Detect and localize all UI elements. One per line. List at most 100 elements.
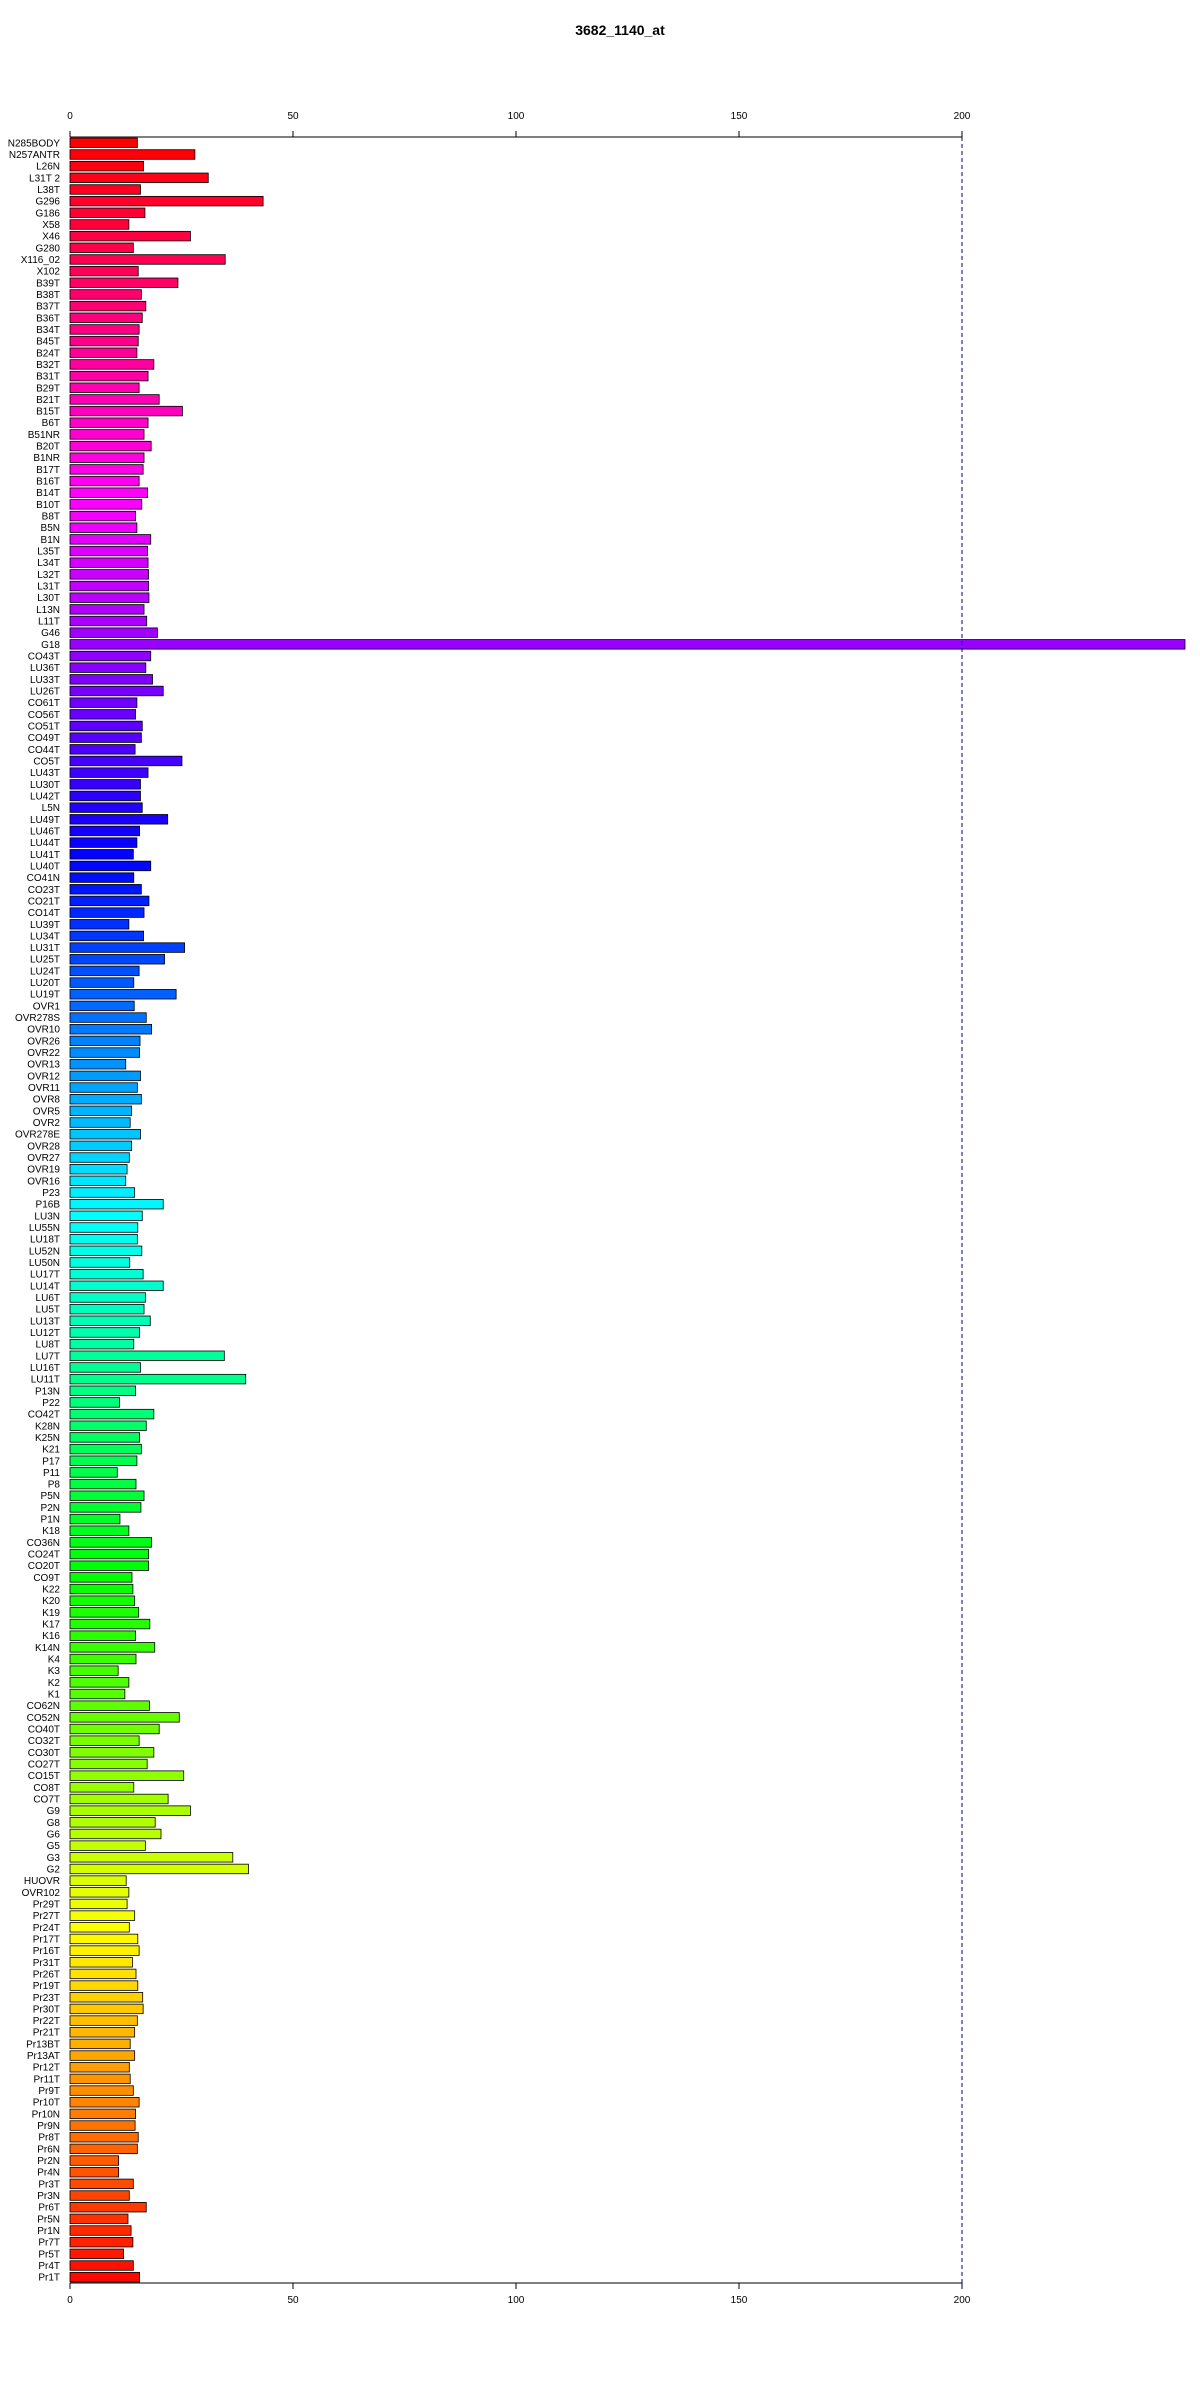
category-label: OVR5 (33, 1106, 61, 1117)
category-label: X46 (42, 232, 60, 243)
category-label: K16 (42, 1631, 60, 1642)
category-label: OVR11 (28, 1083, 60, 1094)
bar-LU43T (69, 767, 149, 778)
category-label: B6T (42, 418, 60, 429)
category-label: CO43T (28, 652, 60, 663)
category-label: Pr10N (32, 2109, 60, 2120)
bar-L30T (69, 592, 150, 603)
category-label: P2N (41, 1503, 60, 1514)
category-label: G2 (47, 1864, 61, 1875)
category-label: Pr13AT (27, 2051, 60, 2062)
bottom-tick-label: 0 (67, 2295, 73, 2306)
bar-chart: 3682_1140_at 0 50 100 150 200 0 50 100 150 200 N… (8, 22, 1186, 2306)
category-label: LU11T (31, 1375, 60, 1386)
category-label: LU5T (36, 1305, 60, 1316)
bar-OVR278S (69, 1012, 147, 1023)
bar-CO49T (69, 732, 142, 743)
category-label: OVR10 (27, 1025, 60, 1036)
bar-LU20T (69, 977, 135, 988)
bar-Pr8T (69, 2132, 139, 2143)
bar-LU44T (69, 837, 138, 848)
bar-P8 (69, 1478, 137, 1490)
category-label: OVR13 (27, 1060, 60, 1071)
bar-P2N (69, 1502, 142, 1513)
bar-Pr11T (69, 2073, 131, 2085)
bar-K28N (69, 1420, 147, 1431)
category-label: K19 (42, 1608, 60, 1619)
bar-LU34T (69, 930, 144, 942)
top-tick-label: 200 (954, 111, 971, 122)
bar-B34T (69, 324, 140, 335)
bar-CO24T (69, 1548, 149, 1560)
category-label: N257ANTR (9, 150, 60, 161)
category-label: CO8T (33, 1783, 60, 1794)
bar-G8 (69, 1817, 156, 1828)
bar-Pr10N (69, 2108, 136, 2120)
category-label: B1NR (33, 453, 60, 464)
bar-B6T (69, 417, 149, 428)
category-label: K4 (48, 1655, 61, 1666)
category-label: Pr3N (37, 2191, 60, 2202)
bar-X116_02 (69, 254, 226, 265)
category-label: OVR12 (27, 1071, 60, 1082)
category-label: L26N (36, 162, 60, 173)
category-label: LU39T (30, 920, 60, 931)
category-label: Pr11T (34, 2074, 61, 2085)
category-label: CO49T (28, 733, 60, 744)
category-label: Pr29T (33, 1899, 60, 1910)
bar-L32T (69, 569, 149, 580)
bars-group (69, 137, 1186, 2283)
bottom-x-axis: 0 50 100 150 200 (67, 2282, 971, 2306)
category-label: B37T (36, 302, 60, 313)
bar-Pr6N (69, 2143, 138, 2155)
bar-LU14T (69, 1280, 164, 1291)
category-label: P1N (41, 1515, 60, 1526)
top-tick-label: 50 (287, 111, 299, 122)
bar-CO42T (69, 1408, 155, 1420)
bar-P5N (69, 1490, 145, 1501)
bar-OVR22 (69, 1047, 140, 1058)
category-label: CO30T (28, 1748, 60, 1759)
bar-P16B (69, 1198, 164, 1210)
category-label: B21T (36, 395, 60, 406)
category-labels-group: N285BODYN257ANTRL26NL31T 2L38TG296G186X5… (8, 138, 61, 2283)
category-label: G46 (41, 628, 60, 639)
category-label: LU16T (30, 1363, 60, 1374)
bar-CO51T (69, 720, 143, 732)
category-label: LU42T (30, 791, 60, 802)
category-label: L35T (37, 547, 60, 558)
bar-K20 (69, 1595, 136, 1606)
category-label: B39T (36, 278, 60, 289)
category-label: G296 (36, 197, 61, 208)
category-label: LU6T (36, 1293, 60, 1304)
category-label: K2 (48, 1678, 61, 1689)
bar-OVR28 (69, 1140, 132, 1152)
bar-Pr23T (69, 1992, 144, 2003)
category-label: LU20T (30, 978, 60, 989)
bar-N257ANTR (69, 149, 196, 160)
bar-LU19T (69, 989, 177, 1000)
category-label: Pr6T (38, 2203, 60, 2214)
bar-Pr5T (69, 2248, 124, 2260)
bar-Pr13BT (69, 2038, 131, 2050)
category-label: P11 (43, 1468, 60, 1479)
category-label: Pr16T (33, 1946, 60, 1957)
bar-LU24T (69, 965, 140, 977)
category-label: CO42T (28, 1410, 60, 1421)
bar-OVR2 (69, 1117, 131, 1128)
category-label: LU43T (30, 768, 60, 779)
bar-K25N (69, 1432, 140, 1443)
category-label: B31T (36, 372, 60, 383)
category-label: OVR2 (33, 1118, 61, 1129)
category-label: N285BODY (8, 138, 61, 149)
bar-Pr4N (69, 2167, 120, 2178)
category-label: OVR278S (15, 1013, 60, 1024)
bar-G5 (69, 1840, 146, 1851)
category-label: Pr6N (37, 2144, 60, 2155)
bar-K4 (69, 1653, 137, 1665)
category-label: OVR1 (33, 1001, 61, 1012)
bar-G6 (69, 1828, 162, 1840)
bar-OVR1 (69, 1000, 135, 1012)
bar-B24T (69, 347, 138, 358)
bar-B20T (69, 440, 152, 452)
